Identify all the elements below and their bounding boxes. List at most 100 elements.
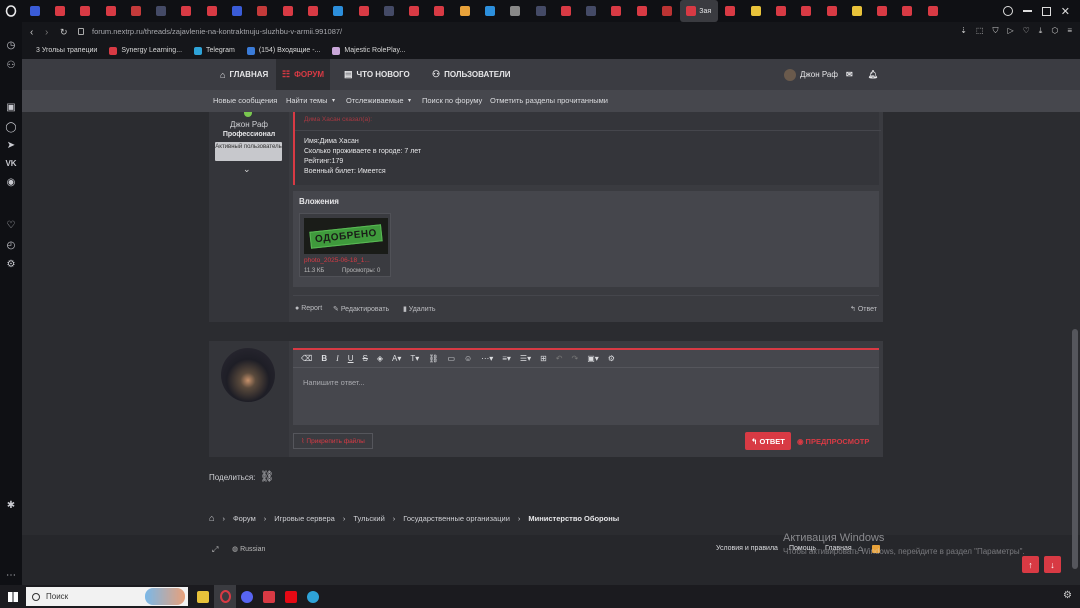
browser-tab[interactable]: [477, 0, 502, 22]
share-link-icon[interactable]: ⛓: [260, 470, 274, 483]
nav-users[interactable]: ⚇ ПОЛЬЗОВАТЕЛИ: [426, 59, 517, 90]
browser-tab[interactable]: [148, 0, 173, 22]
start-button[interactable]: [0, 585, 26, 608]
eraser-icon[interactable]: ⌫: [301, 354, 312, 363]
extension-sidebar-icon[interactable]: ✱: [5, 500, 17, 512]
browser-tab[interactable]: [47, 0, 72, 22]
download-icon[interactable]: ⇣: [960, 26, 967, 36]
extensions-icon[interactable]: ⬡: [1051, 26, 1058, 36]
browser-tab[interactable]: [174, 0, 199, 22]
bold-icon[interactable]: B: [321, 354, 327, 363]
reply-button[interactable]: ↰ ОТВЕТ: [745, 432, 791, 450]
browser-tab[interactable]: [819, 0, 844, 22]
browser-tab[interactable]: [351, 0, 376, 22]
quote-author[interactable]: Дима Хасан сказал(а):: [304, 116, 372, 123]
browser-tab[interactable]: [503, 0, 528, 22]
breadcrumb-item[interactable]: Игровые сервера: [274, 514, 335, 523]
chevron-down-icon[interactable]: ▾: [332, 90, 335, 112]
browser-tab[interactable]: Зая: [679, 0, 718, 22]
subnav-mark-read[interactable]: Отметить разделы прочитанными: [490, 90, 608, 112]
browser-tab[interactable]: [768, 0, 793, 22]
forward-icon[interactable]: ›: [45, 27, 48, 38]
bookmark-item[interactable]: Majestic RolePlay...: [332, 46, 405, 55]
snapshot-icon[interactable]: ⬚: [976, 26, 984, 36]
browser-tab[interactable]: [844, 0, 869, 22]
breadcrumb-item[interactable]: Государственные организации: [403, 514, 510, 523]
netflix-taskbar-icon[interactable]: [280, 585, 302, 608]
browser-tab[interactable]: [579, 0, 604, 22]
expand-icon[interactable]: ⤢: [212, 545, 218, 555]
search-icon[interactable]: [1002, 6, 1013, 16]
browser-tab[interactable]: [376, 0, 401, 22]
edit-button[interactable]: ✎ Редактировать: [333, 305, 389, 313]
more-icon[interactable]: ⋯▾: [481, 354, 493, 363]
browser-tab[interactable]: [895, 0, 920, 22]
browser-tab[interactable]: [528, 0, 553, 22]
browser-tab[interactable]: [604, 0, 629, 22]
browser-tab[interactable]: [920, 0, 945, 22]
subnav-watched[interactable]: Отслеживаемые: [346, 90, 404, 112]
browser-tab[interactable]: [275, 0, 300, 22]
attachment-thumbnail[interactable]: ОДОБРЕНО: [304, 218, 388, 254]
list-icon[interactable]: ☰▾: [520, 354, 531, 363]
browser-tab[interactable]: [629, 0, 654, 22]
opera-taskbar-icon[interactable]: [214, 585, 236, 608]
heart-sidebar-icon[interactable]: ♡: [5, 220, 17, 232]
browser-tab[interactable]: [794, 0, 819, 22]
bookmark-item[interactable]: Telegram: [194, 46, 235, 55]
back-icon[interactable]: ‹: [30, 27, 33, 38]
task-view-icon[interactable]: [192, 585, 214, 608]
home-icon[interactable]: ⌂: [209, 513, 214, 523]
emoji-icon[interactable]: ☺: [464, 354, 472, 363]
bookmark-item[interactable]: (154) Входящие -...: [246, 46, 320, 55]
whatsapp-icon[interactable]: ◯: [5, 122, 17, 134]
breadcrumb-item[interactable]: Тульский: [353, 514, 384, 523]
browser-tab[interactable]: [427, 0, 452, 22]
link-icon[interactable]: ⛓: [428, 354, 438, 363]
browser-tab[interactable]: [250, 0, 275, 22]
subnav-find-threads[interactable]: Найти темы: [286, 90, 328, 112]
undo-icon[interactable]: ↶: [556, 354, 563, 363]
opera-logo-icon[interactable]: [0, 0, 22, 22]
browser-tab[interactable]: [326, 0, 351, 22]
more-sidebar-icon[interactable]: ⋯: [5, 570, 17, 582]
settings-icon[interactable]: ⚙: [5, 259, 17, 271]
clock-icon[interactable]: ◴: [5, 240, 17, 252]
gear-icon[interactable]: ⚙: [608, 354, 615, 363]
shield-icon[interactable]: ⛉: [992, 26, 998, 36]
editor-box[interactable]: ⌫ B I U S ◈ A▾ T▾ ⛓ ▭ ☺ ⋯▾ ≡▾ ☰▾ ⊞ ↶ ↷ ▣…: [293, 348, 879, 425]
browser-tab[interactable]: [401, 0, 426, 22]
discord-taskbar-icon[interactable]: [236, 585, 258, 608]
chevron-down-icon[interactable]: ▾: [408, 90, 411, 112]
inbox-icon[interactable]: ✉: [840, 59, 859, 90]
reply-avatar[interactable]: [221, 348, 275, 402]
footer-terms[interactable]: Условия и правила: [716, 545, 778, 552]
telegram-icon[interactable]: ➤: [5, 140, 17, 152]
language-selector[interactable]: ◍ Russian: [232, 545, 265, 553]
align-icon[interactable]: ≡▾: [502, 354, 511, 363]
heart-icon[interactable]: ♡: [1023, 26, 1030, 36]
browser-tab[interactable]: [654, 0, 679, 22]
system-tray-icon[interactable]: ⚙: [1063, 590, 1072, 601]
text-size-icon[interactable]: T▾: [410, 354, 419, 363]
reload-icon[interactable]: ↻: [60, 27, 68, 38]
close-icon[interactable]: ✕: [1061, 5, 1070, 18]
browser-tab[interactable]: [98, 0, 123, 22]
browser-tab[interactable]: [224, 0, 249, 22]
user-menu[interactable]: Джон Раф: [778, 59, 844, 90]
browser-tab[interactable]: [452, 0, 477, 22]
browser-tab[interactable]: [743, 0, 768, 22]
bookmark-item[interactable]: 3 Угольы трапеции: [36, 47, 97, 54]
preview-button[interactable]: ◉ ПРЕДПРОСМОТР: [797, 432, 869, 450]
telegram-taskbar-icon[interactable]: [302, 585, 324, 608]
taskbar-search[interactable]: Поиск: [26, 587, 188, 606]
bell-icon[interactable]: 🔔︎: [862, 59, 884, 90]
page-scrollbar[interactable]: [1072, 329, 1078, 569]
scroll-down-button[interactable]: ↓: [1044, 556, 1061, 573]
nav-home[interactable]: ⌂ ГЛАВНАЯ: [214, 59, 274, 90]
breadcrumb-item-current[interactable]: Министерство Обороны: [528, 514, 619, 523]
redo-icon[interactable]: ↷: [572, 354, 579, 363]
italic-icon[interactable]: I: [336, 354, 339, 363]
browser-tab[interactable]: [870, 0, 895, 22]
browser-tab[interactable]: [553, 0, 578, 22]
